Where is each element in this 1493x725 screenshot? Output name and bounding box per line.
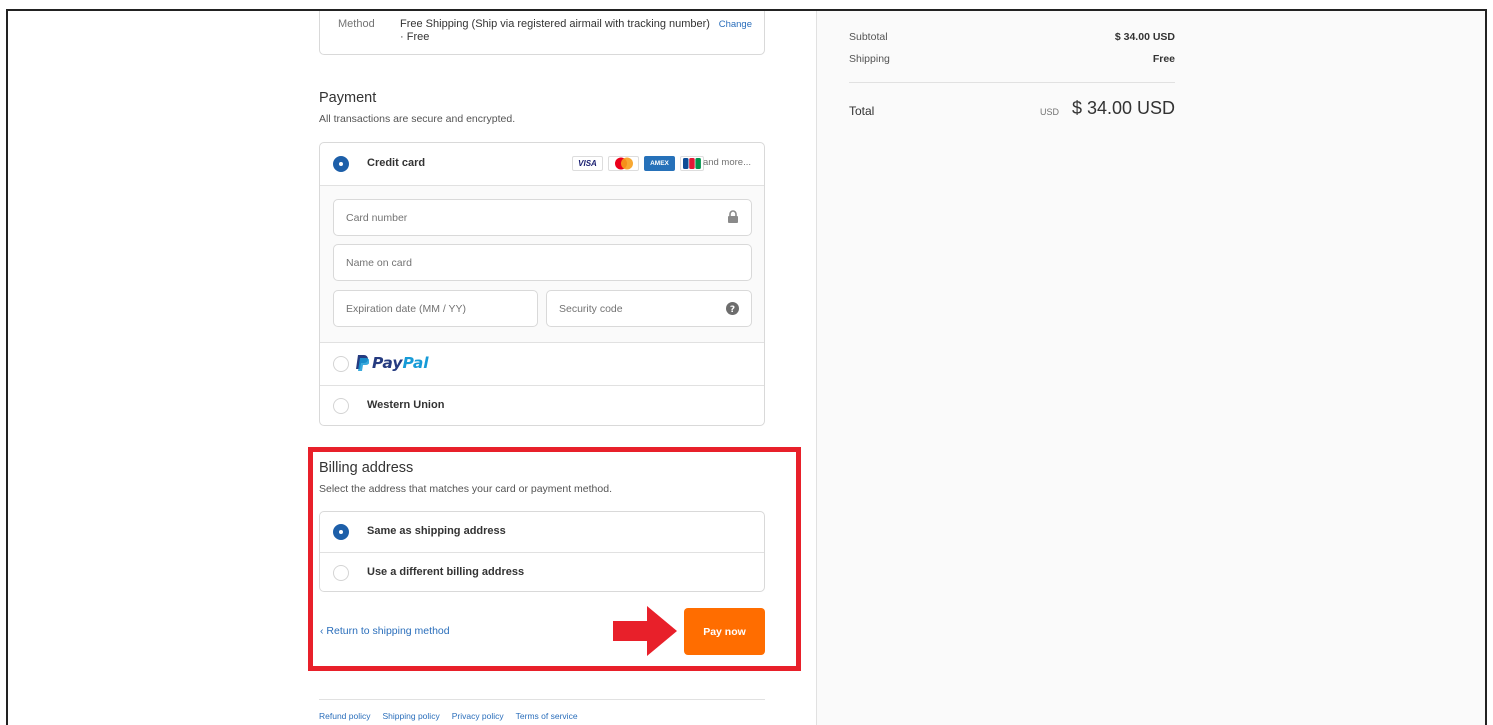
terms-of-service-link[interactable]: Terms of service — [516, 711, 578, 721]
credit-card-label: Credit card — [367, 157, 426, 169]
shipping-method-box: Method Free Shipping (Ship via registere… — [319, 11, 765, 55]
different-address-label: Use a different billing address — [367, 566, 525, 578]
billing-options: Same as shipping address Use a different… — [319, 511, 765, 592]
billing-subtitle: Select the address that matches your car… — [319, 483, 612, 495]
and-more-text: and more... — [702, 157, 751, 168]
expiration-date-field[interactable]: Expiration date (MM / YY) — [333, 290, 538, 327]
checkout-page: Subtotal $ 34.00 USD Shipping Free Total… — [6, 9, 1487, 725]
amex-icon: AMEX — [644, 156, 675, 171]
card-number-placeholder: Card number — [346, 212, 408, 224]
card-number-field[interactable]: Card number — [333, 199, 752, 236]
jcb-icon — [680, 156, 704, 171]
total-currency: USD — [1039, 107, 1059, 117]
footer-divider — [319, 699, 765, 700]
name-on-card-placeholder: Name on card — [346, 257, 412, 269]
red-arrow-icon — [613, 606, 677, 656]
different-address-option[interactable]: Use a different billing address — [320, 553, 764, 593]
refund-policy-link[interactable]: Refund policy — [319, 711, 371, 721]
billing-title: Billing address — [319, 460, 414, 476]
security-code-placeholder: Security code — [559, 303, 623, 315]
western-union-label: Western Union — [367, 399, 445, 411]
payment-methods: Credit card VISA AMEX and more... Card n… — [319, 142, 765, 426]
lock-icon — [727, 210, 739, 229]
paypal-logo-text: PayPal — [372, 354, 429, 372]
footer-links: Refund policy Shipping policy Privacy po… — [319, 711, 578, 721]
paypal-radio[interactable] — [333, 356, 349, 372]
western-union-radio[interactable] — [333, 398, 349, 414]
method-price: · Free — [400, 31, 430, 43]
privacy-policy-link[interactable]: Privacy policy — [452, 711, 504, 721]
paypal-option[interactable]: PayPal — [320, 343, 764, 386]
mastercard-icon — [608, 156, 639, 171]
payment-subtitle: All transactions are secure and encrypte… — [319, 113, 516, 125]
credit-card-form: Card number Name on card Expiration date… — [320, 185, 764, 343]
visa-icon: VISA — [572, 156, 603, 171]
paypal-logo-icon — [355, 355, 370, 377]
help-icon[interactable]: ? — [726, 302, 739, 320]
different-address-radio[interactable] — [333, 565, 349, 581]
method-value-text: Free Shipping (Ship via registered airma… — [400, 18, 710, 30]
western-union-option[interactable]: Western Union — [320, 386, 764, 425]
same-address-radio[interactable] — [333, 524, 349, 540]
total-value-group: USD $ 34.00 USD — [849, 11, 1175, 131]
security-code-field[interactable]: Security code ? — [546, 290, 752, 327]
credit-card-radio[interactable] — [333, 156, 349, 172]
pay-now-button[interactable]: Pay now — [684, 608, 765, 655]
return-to-shipping-link[interactable]: ‹ Return to shipping method — [320, 625, 450, 637]
shipping-policy-link[interactable]: Shipping policy — [383, 711, 440, 721]
total-value: $ 34.00 USD — [1071, 98, 1175, 118]
method-value: Free Shipping (Ship via registered airma… — [400, 18, 710, 44]
expiration-placeholder: Expiration date (MM / YY) — [346, 303, 467, 315]
same-address-option[interactable]: Same as shipping address — [320, 512, 764, 552]
payment-title: Payment — [319, 90, 377, 106]
return-label: Return to shipping method — [326, 625, 450, 637]
same-address-label: Same as shipping address — [367, 525, 506, 537]
svg-text:?: ? — [730, 305, 735, 315]
credit-card-option[interactable]: Credit card VISA AMEX and more... — [320, 143, 764, 185]
order-summary-panel: Subtotal $ 34.00 USD Shipping Free Total… — [816, 11, 1485, 725]
change-method-link[interactable]: Change — [719, 19, 752, 30]
name-on-card-field[interactable]: Name on card — [333, 244, 752, 281]
method-label: Method — [338, 18, 375, 30]
